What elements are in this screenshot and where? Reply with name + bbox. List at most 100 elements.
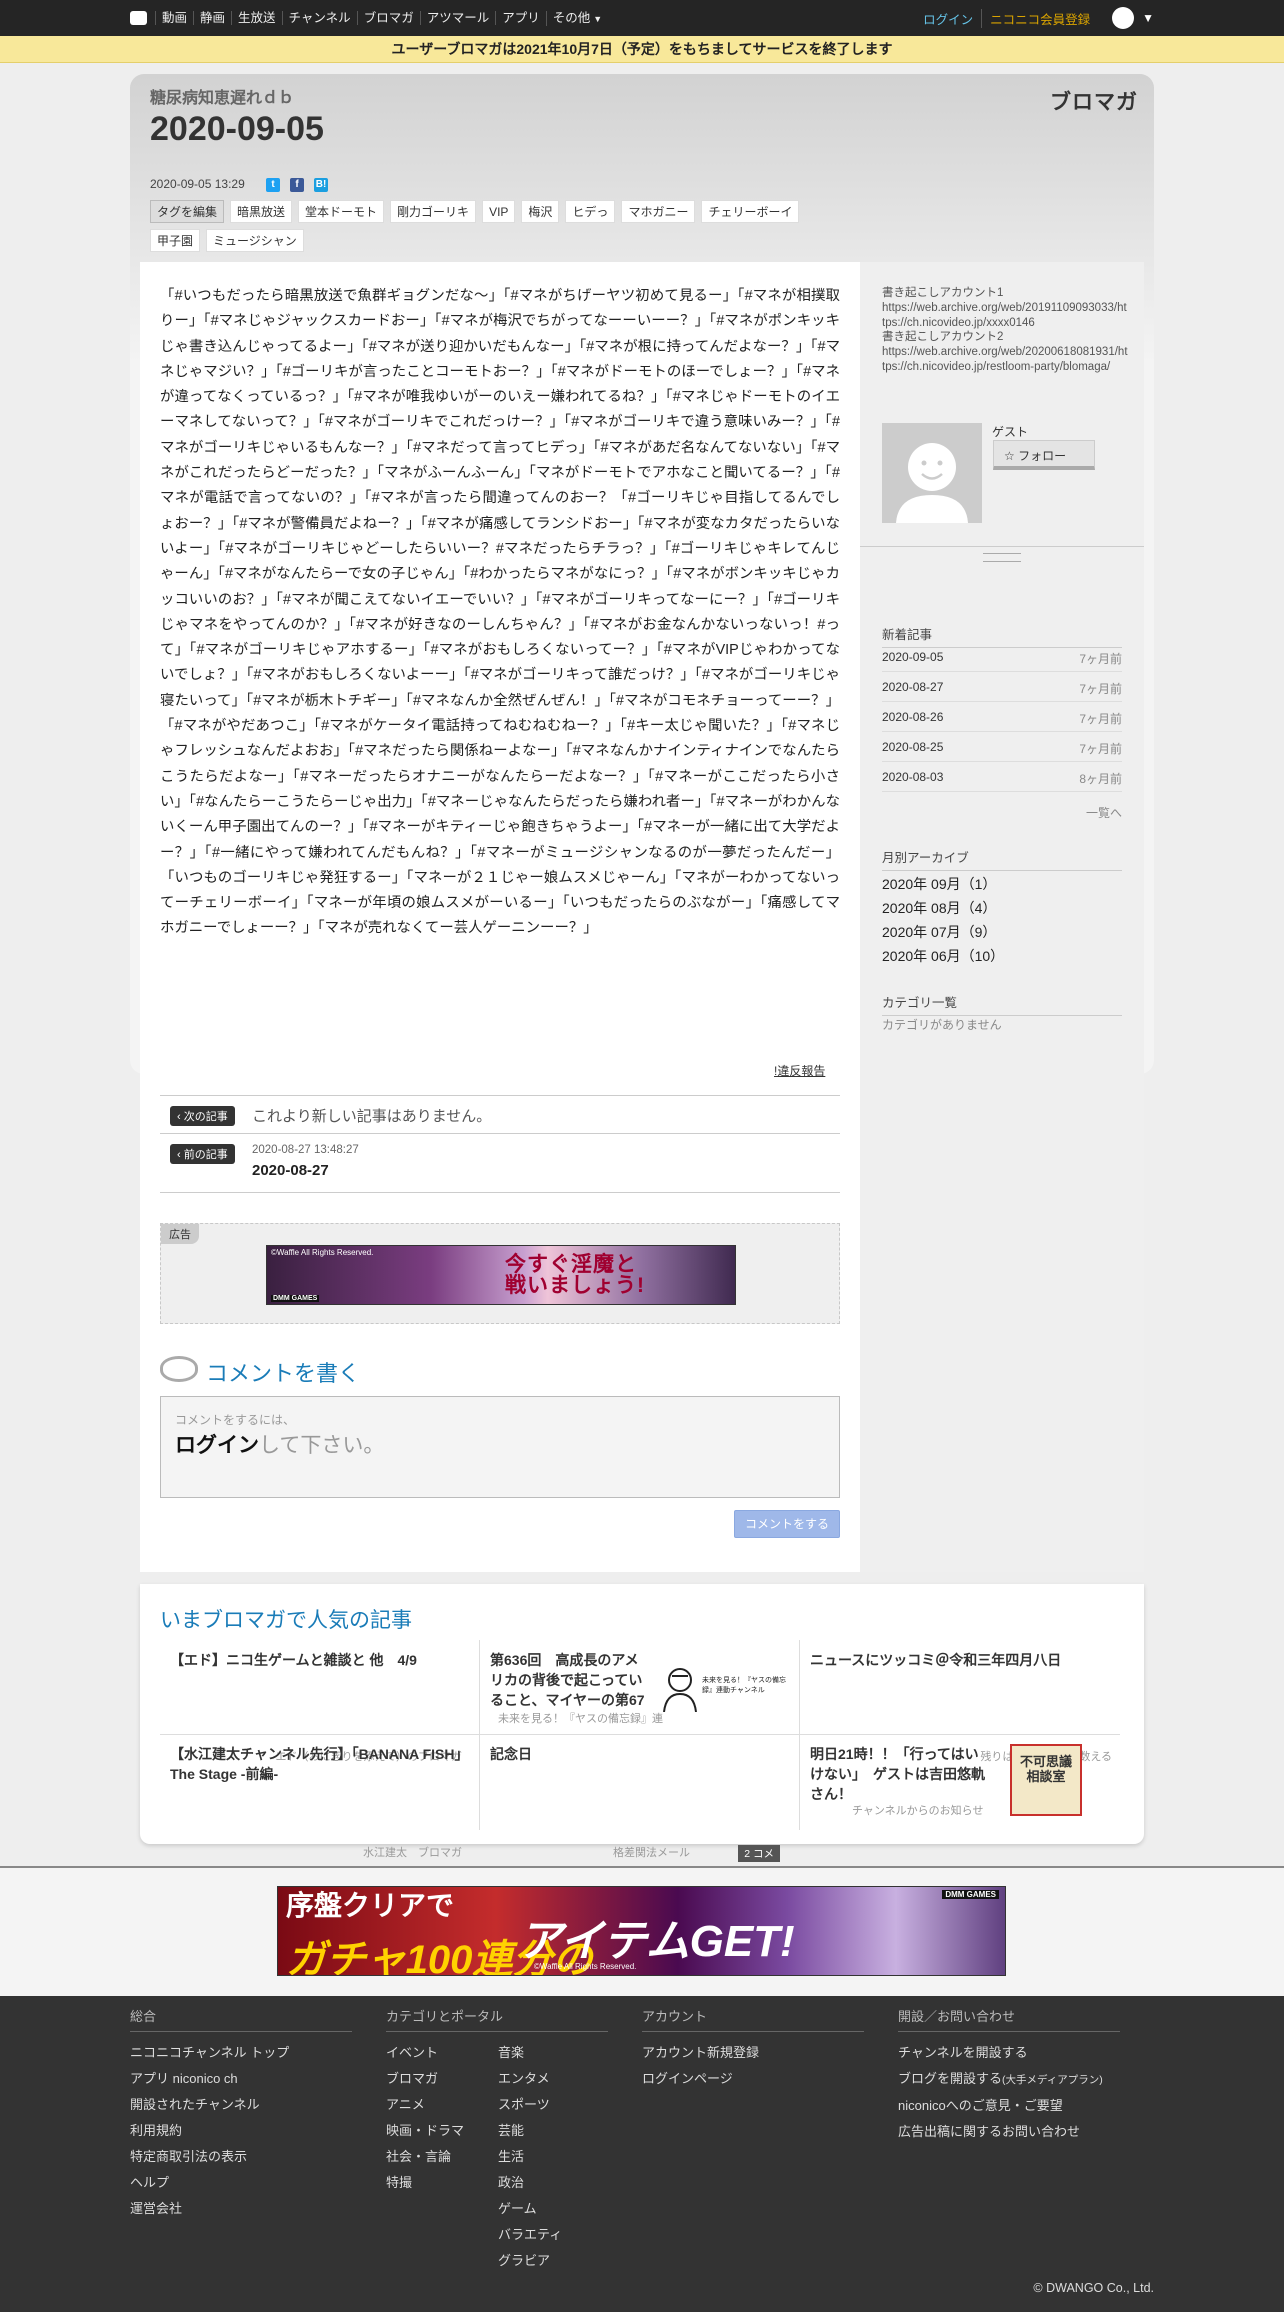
recent-more-link[interactable]: 一覧へ [1086, 804, 1122, 821]
recent-article-date[interactable]: 2020-08-25 [882, 740, 943, 754]
tag-item[interactable]: 甲子園 [150, 229, 201, 252]
footer-link[interactable]: 特定商取引法の表示 [130, 2144, 352, 2170]
popular-article-card[interactable]: 【エド】ニコ生ゲームと雑談と 他 4/9 エド（おにぎりを添えて）のブロマガ [170, 1650, 470, 1763]
ad-banner[interactable]: ©Waffle All Rights Reserved. DMM GAMES 今… [266, 1245, 736, 1305]
bottom-ad-banner[interactable]: 序盤クリアで ガチャ100連分の アイテムGET! DMM GAMES ©Waf… [277, 1886, 1006, 1976]
account-url-1[interactable]: https://web.archive.org/web/201911090930… [882, 301, 1128, 331]
footer-link[interactable]: エンタメ [498, 2066, 610, 2092]
recent-article-date[interactable]: 2020-08-27 [882, 680, 943, 694]
user-avatar[interactable] [1112, 7, 1135, 29]
recent-article-date[interactable]: 2020-08-26 [882, 710, 943, 724]
footer-link[interactable]: ブロマガ [386, 2066, 498, 2092]
nav-item-live[interactable]: 生放送 [231, 11, 282, 25]
footer-link[interactable]: アプリ niconico ch [130, 2066, 352, 2092]
nav-item-video[interactable]: 動画 [155, 11, 193, 25]
footer-link[interactable]: 特撮 [386, 2170, 498, 2196]
footer-link[interactable]: 映画・ドラマ [386, 2118, 498, 2144]
popular-article-title[interactable]: 【水江建太チャンネル先行】「BANANA FISH」The Stage -前編- [170, 1744, 470, 1784]
footer-link[interactable]: 広告出稿に関するお問い合わせ [898, 2119, 1120, 2145]
next-article-badge[interactable]: ‹ 次の記事 [170, 1106, 235, 1126]
twitter-share-icon[interactable]: t [266, 178, 280, 192]
comment-textarea[interactable]: コメントをするには、 ログインして下さい。 [160, 1396, 840, 1498]
popular-article-card[interactable]: ニュースにツッコミ＠令和三年四月八日 残りはないので残り数える [810, 1650, 1120, 1763]
login-link[interactable]: ログイン [915, 9, 981, 28]
footer-link[interactable]: スポーツ [498, 2092, 610, 2118]
footer-link[interactable]: 社会・言論 [386, 2144, 498, 2170]
blog-name[interactable]: 糖尿病知恵遅れｄｂ [150, 84, 294, 108]
follow-button[interactable]: ☆ フォロー [993, 440, 1095, 470]
edit-tags-button[interactable]: タグを編集 [150, 200, 225, 223]
recent-article-item[interactable]: 2020-08-27 7ヶ月前 [882, 672, 1122, 702]
archive-item[interactable]: 2020年 09月（1） [882, 874, 996, 894]
tag-item[interactable]: チェリーボーイ [701, 200, 800, 223]
popular-article-title[interactable]: ニュースにツッコミ＠令和三年四月八日 [810, 1650, 1061, 1670]
tag-item[interactable]: 剛力ゴーリキ [390, 200, 477, 223]
footer-link[interactable]: ログインページ [642, 2066, 864, 2092]
nav-item-seiga[interactable]: 静画 [193, 11, 231, 25]
prev-article-title[interactable]: 2020-08-27 [252, 1162, 329, 1179]
recent-article-date[interactable]: 2020-08-03 [882, 770, 943, 784]
report-link[interactable]: !違反報告 [774, 1062, 825, 1079]
facebook-share-icon[interactable]: f [290, 178, 304, 192]
hatena-bookmark-icon[interactable]: B! [314, 178, 328, 192]
account-url-2[interactable]: https://web.archive.org/web/202006180819… [882, 345, 1128, 375]
popular-article-title[interactable]: 記念日 [490, 1744, 532, 1764]
recent-article-item[interactable]: 2020-08-03 8ヶ月前 [882, 762, 1122, 792]
footer-link[interactable]: ヘルプ [130, 2170, 352, 2196]
tag-item[interactable]: 堂本ドーモト [298, 200, 385, 223]
niconico-tv-icon[interactable] [130, 11, 147, 25]
popular-article-card[interactable]: 【水江建太チャンネル先行】「BANANA FISH」The Stage -前編-… [170, 1744, 470, 1859]
recent-article-date[interactable]: 2020-09-05 [882, 650, 943, 664]
footer-link[interactable]: アニメ [386, 2092, 498, 2118]
footer-link[interactable]: 利用規約 [130, 2118, 352, 2144]
footer-link[interactable]: 芸能 [498, 2118, 610, 2144]
prev-article-badge[interactable]: ‹ 前の記事 [170, 1144, 235, 1164]
popular-article-title[interactable]: 明日21時！！「行ってはいけない」 ゲストは吉田悠軌さん！ [810, 1744, 990, 1804]
footer-link[interactable]: 音楽 [498, 2040, 610, 2066]
nav-item-channel[interactable]: チャンネル [281, 11, 357, 25]
popular-article-title[interactable]: 【エド】ニコ生ゲームと雑談と 他 4/9 [170, 1650, 417, 1670]
nav-item-app[interactable]: アプリ [495, 11, 546, 25]
popular-article-thumbnail[interactable]: 不可思議相談室 [1010, 1744, 1082, 1816]
account-link-1[interactable]: 書き起こしアカウント1 https://web.archive.org/web/… [882, 286, 1128, 331]
collapse-handle[interactable] [983, 553, 1021, 562]
tag-item[interactable]: 梅沢 [521, 200, 560, 223]
comment-login-link[interactable]: ログイン [175, 1434, 259, 1457]
recent-article-item[interactable]: 2020-09-05 7ヶ月前 [882, 642, 1122, 672]
nav-item-blomaga[interactable]: ブロマガ [356, 11, 420, 25]
footer-link[interactable]: ニコニコチャンネル トップ [130, 2040, 352, 2066]
archive-item[interactable]: 2020年 06月（10） [882, 946, 1004, 966]
archive-item[interactable]: 2020年 07月（9） [882, 922, 996, 942]
footer-link[interactable]: 政治 [498, 2170, 610, 2196]
tag-item[interactable]: 暗黒放送 [230, 200, 293, 223]
footer-link-blog[interactable]: ブログを開設する(大手メディアプラン) [898, 2066, 1120, 2093]
comment-submit-button[interactable]: コメントをする [734, 1510, 840, 1538]
chevron-down-icon[interactable]: ▼ [1142, 11, 1154, 25]
popular-article-card[interactable]: 第636回 高成長のアメリカの背後で起こっていること、マイヤーの第67 [490, 1650, 650, 1744]
popular-article-thumbnail[interactable]: 未来を見る！『ヤスの備忘録』連動チャンネル [660, 1664, 786, 1714]
recent-article-item[interactable]: 2020-08-25 7ヶ月前 [882, 732, 1122, 762]
nav-item-atsumaru[interactable]: アツマール [419, 11, 496, 25]
footer-link[interactable]: 生活 [498, 2144, 610, 2170]
register-link[interactable]: ニコニコ会員登録 [981, 8, 1098, 28]
popular-article-card[interactable]: 記念日 格差関法メール 2 コメ [490, 1744, 790, 1862]
footer-link[interactable]: niconicoへのご意見・ご要望 [898, 2093, 1120, 2119]
footer-link[interactable]: 運営会社 [130, 2196, 352, 2222]
footer-link[interactable]: アカウント新規登録 [642, 2040, 864, 2066]
footer-link[interactable]: ゲーム [498, 2196, 610, 2222]
footer-link[interactable]: バラエティ [498, 2222, 610, 2248]
popular-article-card[interactable]: 明日21時！！「行ってはいけない」 ゲストは吉田悠軌さん！ [810, 1744, 990, 1838]
tag-item[interactable]: ミュージシャン [206, 229, 304, 252]
footer-link[interactable]: チャンネルを開設する [898, 2040, 1120, 2066]
prev-article-row[interactable]: ‹ 前の記事 2020-08-27 13:48:27 2020-08-27 [160, 1133, 840, 1193]
tag-item[interactable]: ヒデっ [565, 200, 616, 223]
footer-link[interactable]: グラビア [498, 2248, 610, 2274]
archive-item[interactable]: 2020年 08月（4） [882, 898, 996, 918]
recent-article-item[interactable]: 2020-08-26 7ヶ月前 [882, 702, 1122, 732]
nav-item-more[interactable]: その他 ▼ [545, 10, 608, 26]
account-link-2[interactable]: 書き起こしアカウント2 https://web.archive.org/web/… [882, 330, 1128, 375]
footer-link[interactable]: イベント [386, 2040, 498, 2066]
blomaga-logo[interactable]: ブロマガ [1050, 86, 1138, 116]
popular-article-title[interactable]: 第636回 高成長のアメリカの背後で起こっていること、マイヤーの第67 [490, 1650, 650, 1710]
footer-link[interactable]: 開設されたチャンネル [130, 2092, 352, 2118]
